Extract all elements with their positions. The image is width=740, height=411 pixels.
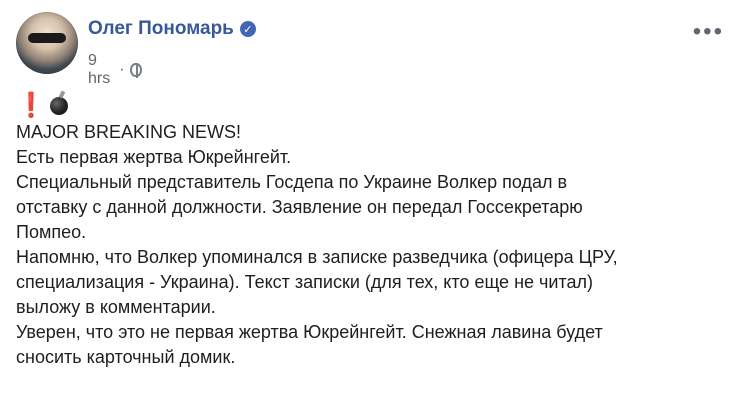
post-meta: 9 hrs · (88, 52, 142, 88)
post-text-line: Уверен, что это не первая жертва Юкрейнг… (16, 322, 603, 342)
post-text-line: сносить карточный домик. (16, 347, 236, 367)
post-text-line: отставку с данной должности. Заявление о… (16, 197, 583, 217)
post-text-line: Есть первая жертва Юкрейнгейт. (16, 147, 292, 167)
post-text-line: Напомню, что Волкер упоминался в записке… (16, 247, 618, 267)
globe-icon[interactable] (130, 63, 142, 78)
post-text-line: Специальный представитель Госдепа по Укр… (16, 172, 568, 192)
author-row: Олег Пономарь ✓ (88, 18, 256, 40)
post-text-line: MAJOR BREAKING NEWS! (16, 122, 242, 142)
exclamation-emoji: ❗ (16, 91, 46, 119)
post-text-line: выложу в комментарии. (16, 297, 216, 317)
meta-separator: · (119, 61, 125, 78)
verified-badge-icon: ✓ (239, 21, 256, 37)
post-text-line: Помпео. (16, 222, 87, 242)
author-name[interactable]: Олег Пономарь (88, 18, 234, 40)
post-text-line: специализация - Украина). Текст записки … (16, 272, 594, 292)
post-time[interactable]: 9 hrs (88, 52, 113, 88)
emoji-row: ❗ (16, 90, 724, 120)
bomb-emoji (49, 97, 68, 115)
post-content: ❗ MAJOR BREAKING NEWS! Есть первая жертв… (16, 90, 724, 370)
author-avatar[interactable] (16, 12, 78, 74)
more-options-icon[interactable]: ••• (693, 18, 724, 46)
